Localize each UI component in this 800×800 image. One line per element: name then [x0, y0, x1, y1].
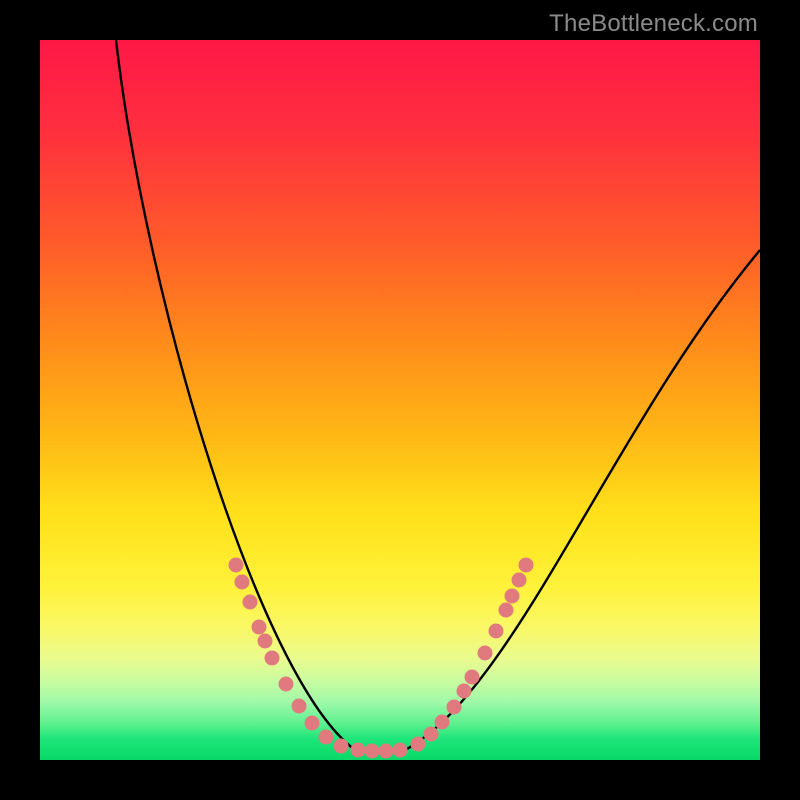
marker-dot: [258, 634, 273, 649]
marker-dot: [292, 699, 307, 714]
marker-dot: [365, 744, 380, 759]
marker-dot: [229, 558, 244, 573]
marker-dot: [334, 739, 349, 754]
curve-right-limb: [405, 250, 760, 750]
marker-dot: [265, 651, 280, 666]
chart-canvas: TheBottleneck.com: [0, 0, 800, 800]
marker-dot: [379, 744, 394, 759]
marker-dot: [499, 603, 514, 618]
marker-dot: [235, 575, 250, 590]
marker-dot: [351, 743, 366, 758]
marker-dot: [512, 573, 527, 588]
curve-markers: [229, 558, 534, 759]
marker-dot: [457, 684, 472, 699]
marker-dot: [393, 743, 408, 758]
marker-dot: [447, 700, 462, 715]
curve-svg: [40, 40, 760, 760]
marker-dot: [279, 677, 294, 692]
marker-dot: [305, 716, 320, 731]
marker-dot: [478, 646, 493, 661]
marker-dot: [319, 730, 334, 745]
curve-valley: [355, 750, 405, 752]
marker-dot: [252, 620, 267, 635]
marker-dot: [424, 727, 439, 742]
marker-dot: [465, 670, 480, 685]
plot-area: [40, 40, 760, 760]
marker-dot: [411, 737, 426, 752]
curve-left-limb: [116, 40, 355, 750]
watermark-text: TheBottleneck.com: [549, 10, 758, 38]
marker-dot: [519, 558, 534, 573]
marker-dot: [243, 595, 258, 610]
marker-dot: [435, 715, 450, 730]
marker-dot: [489, 624, 504, 639]
marker-dot: [505, 589, 520, 604]
